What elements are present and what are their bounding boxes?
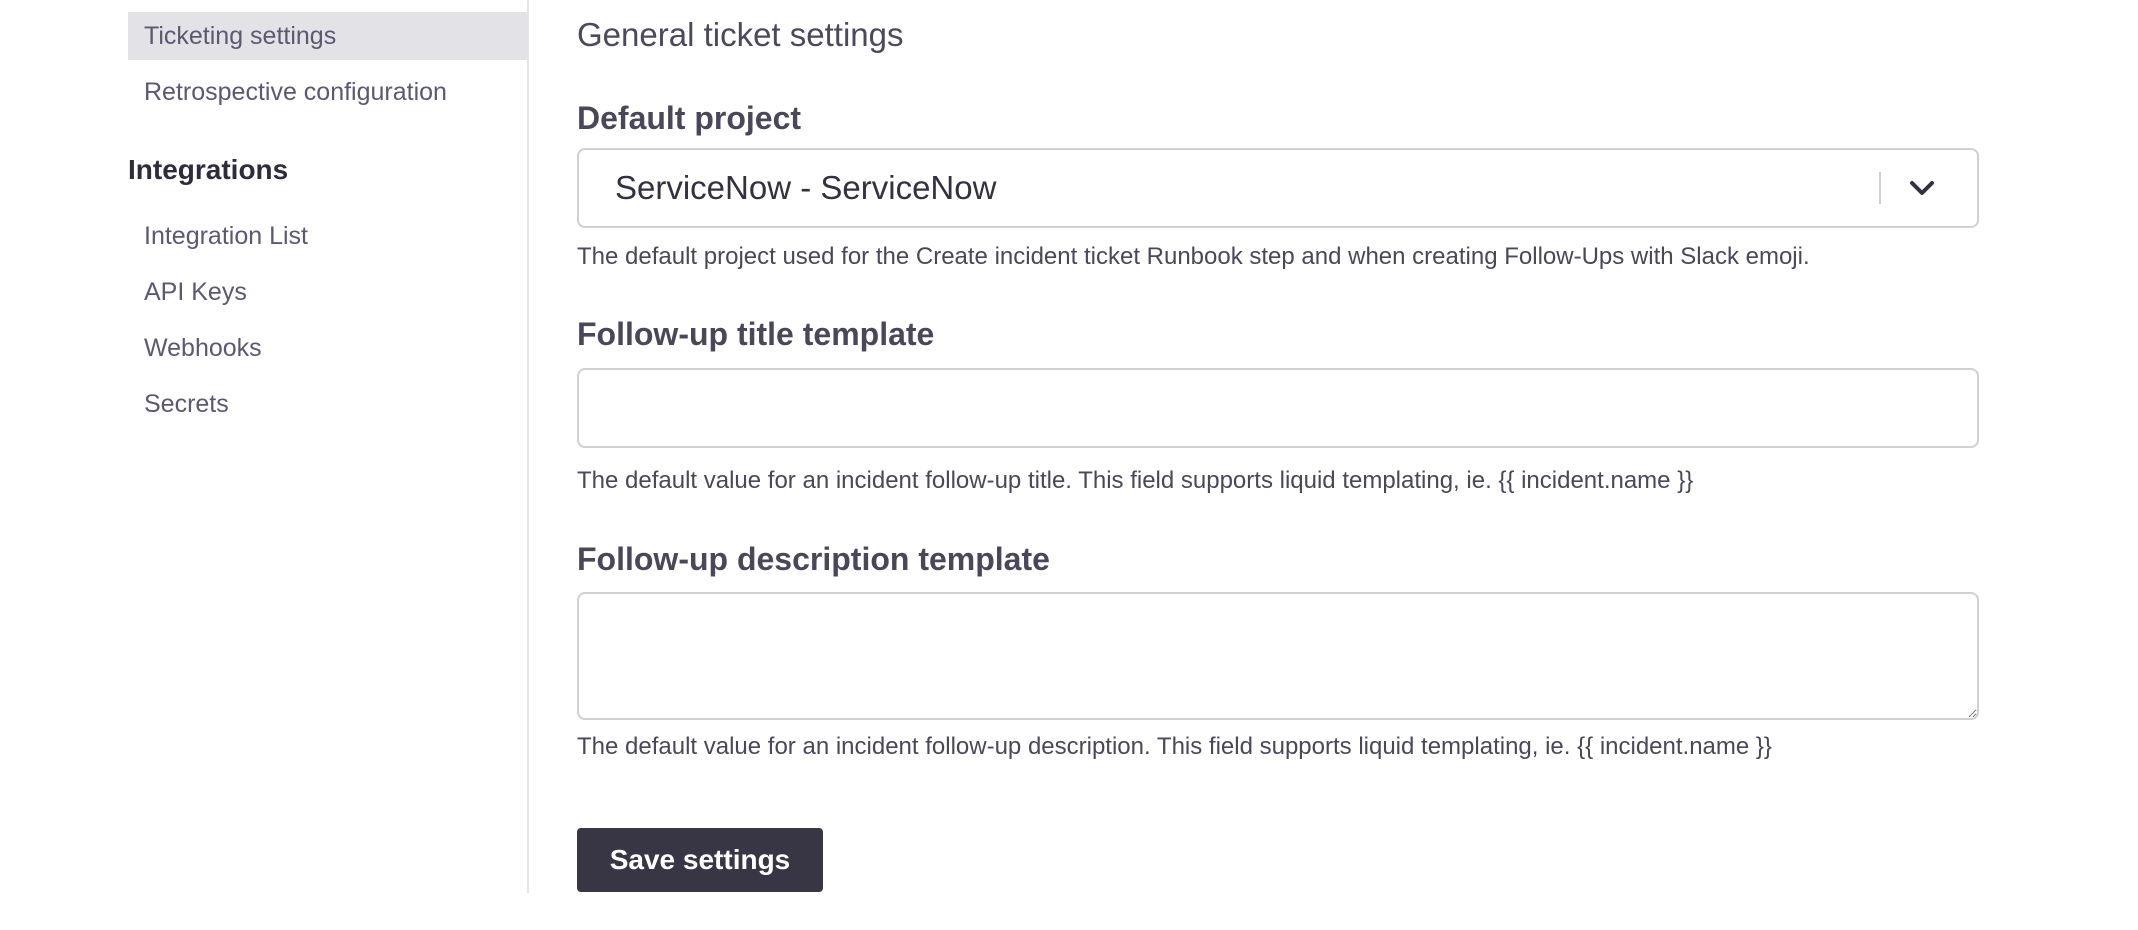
followup-title-help: The default value for an incident follow… — [577, 467, 1694, 494]
followup-title-input[interactable] — [577, 368, 1979, 448]
sidebar-item-integration-list[interactable]: Integration List — [128, 212, 528, 260]
settings-sidebar: Ticketing settings Retrospective configu… — [128, 0, 528, 893]
sidebar-heading-integrations: Integrations — [128, 154, 289, 185]
section-title: General ticket settings — [577, 16, 904, 53]
sidebar-item-webhooks[interactable]: Webhooks — [128, 324, 528, 372]
sidebar-item-retrospective-configuration[interactable]: Retrospective configuration — [128, 68, 528, 116]
sidebar-item-secrets[interactable]: Secrets — [128, 380, 528, 428]
sidebar-divider — [527, 0, 529, 893]
followup-title-label: Follow-up title template — [577, 316, 935, 352]
sidebar-item-label: Ticketing settings — [144, 22, 337, 50]
followup-description-textarea[interactable] — [577, 592, 1979, 720]
select-separator — [1879, 172, 1881, 204]
save-settings-button[interactable]: Save settings — [577, 828, 823, 892]
sidebar-item-label: API Keys — [144, 278, 247, 306]
default-project-help: The default project used for the Create … — [577, 243, 1810, 270]
sidebar-item-label: Secrets — [144, 390, 229, 418]
default-project-select[interactable]: ServiceNow - ServiceNow — [577, 148, 1979, 228]
sidebar-item-ticketing-settings[interactable]: Ticketing settings — [128, 12, 528, 60]
sidebar-item-api-keys[interactable]: API Keys — [128, 268, 528, 316]
chevron-down-icon[interactable] — [1909, 176, 1935, 200]
sidebar-item-label: Retrospective configuration — [144, 78, 447, 106]
followup-description-help: The default value for an incident follow… — [577, 733, 1772, 760]
followup-description-label: Follow-up description template — [577, 541, 1050, 577]
default-project-label: Default project — [577, 100, 802, 136]
sidebar-item-label: Webhooks — [144, 334, 262, 362]
settings-page: Ticketing settings Retrospective configu… — [0, 0, 2138, 930]
sidebar-item-label: Integration List — [144, 222, 308, 250]
default-project-selected-value: ServiceNow - ServiceNow — [615, 169, 997, 206]
